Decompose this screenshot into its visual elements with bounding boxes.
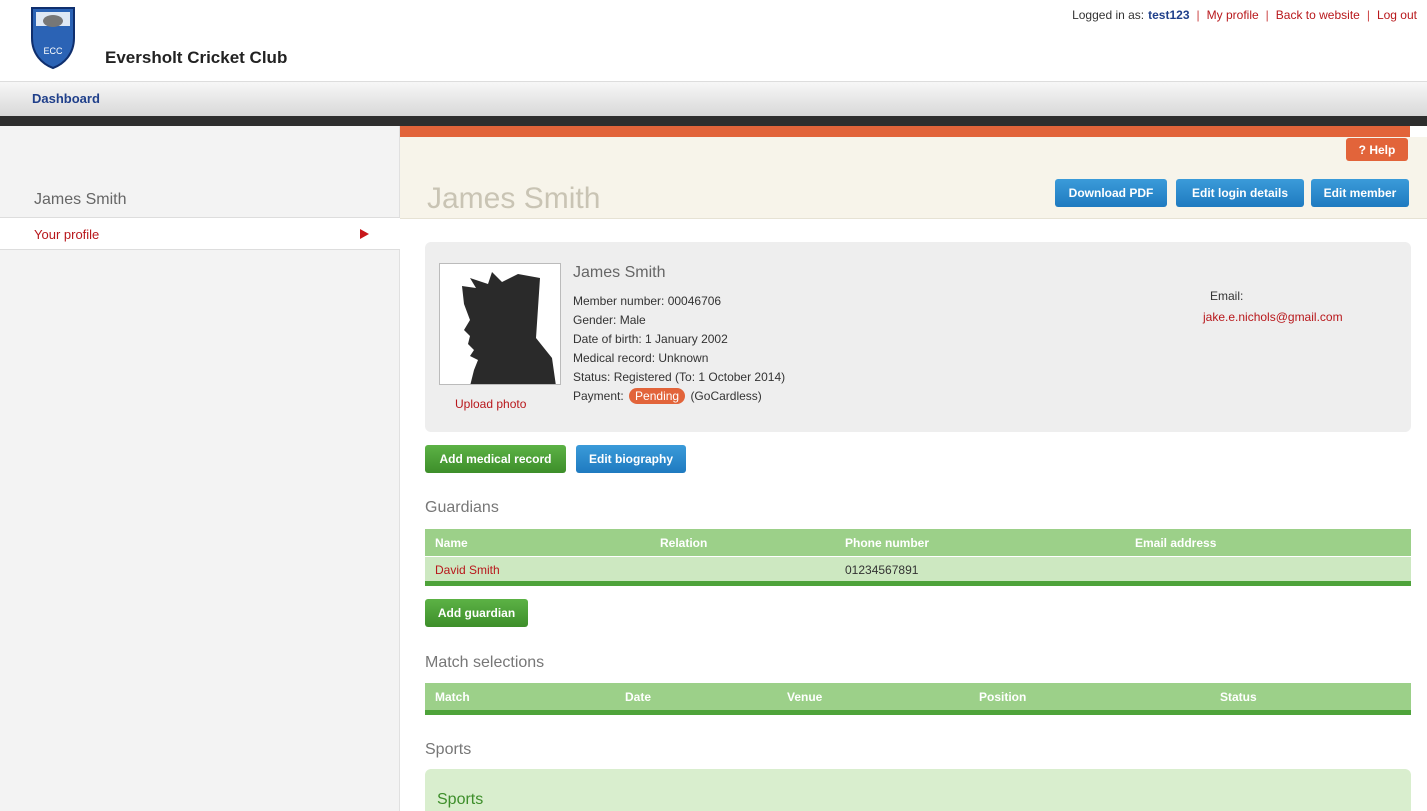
help-button[interactable]: ? Help (1346, 138, 1408, 161)
back-to-website-link[interactable]: Back to website (1276, 8, 1360, 22)
logged-in-label: Logged in as: (1072, 8, 1145, 22)
column-header: Date (625, 690, 652, 704)
date-of-birth: Date of birth: 1 January 2002 (573, 332, 728, 346)
column-header: Position (979, 690, 1027, 704)
guardian-name-link[interactable]: David Smith (435, 563, 500, 577)
payment-label: Payment: (573, 389, 624, 403)
medical-record: Medical record: Unknown (573, 351, 709, 365)
avatar-silhouette-icon (462, 272, 556, 384)
separator: | (1265, 8, 1269, 22)
guardian-phone: 01234567891 (845, 563, 919, 577)
sports-panel-title: Sports (437, 791, 484, 808)
add-medical-record-button[interactable]: Add medical record (425, 445, 566, 473)
gender: Gender: Male (573, 313, 646, 327)
edit-login-details-button[interactable]: Edit login details (1176, 179, 1304, 207)
member-number: Member number: 00046706 (573, 294, 722, 308)
main-nav: Dashboard (0, 82, 1427, 116)
log-out-link[interactable]: Log out (1377, 8, 1417, 22)
add-guardian-button[interactable]: Add guardian (425, 599, 528, 627)
sports-title: Sports (425, 741, 472, 758)
profile-card: Upload photo James Smith Member number: … (425, 242, 1411, 432)
email-label: Email: (1210, 289, 1244, 303)
username: test123 (1148, 8, 1190, 22)
sidebar-item-label: Your profile (34, 227, 100, 242)
club-name: Eversholt Cricket Club (105, 48, 288, 67)
matches-table-header: Match Date Venue Position Status (425, 683, 1411, 710)
page-header: ? Help James Smith Download PDF Edit log… (400, 137, 1427, 219)
sidebar: James Smith Your profile (0, 126, 400, 811)
profile-name: James Smith (573, 264, 666, 281)
payment-info: Payment: Pending (GoCardless) (573, 388, 762, 404)
separator: | (1366, 8, 1370, 22)
upload-photo-link[interactable]: Upload photo (455, 397, 526, 411)
match-selections-title: Match selections (425, 654, 545, 671)
column-header: Match (435, 690, 470, 704)
edit-member-button[interactable]: Edit member (1311, 179, 1409, 207)
column-header: Relation (660, 536, 708, 550)
sidebar-item-your-profile[interactable]: Your profile (0, 217, 400, 250)
email-link[interactable]: jake.e.nichols@gmail.com (1203, 310, 1343, 324)
table-row: David Smith 01234567891 (425, 557, 1411, 581)
column-header: Name (435, 536, 468, 550)
profile-photo (439, 263, 561, 385)
arrow-right-icon (360, 229, 369, 239)
svg-text:ECC: ECC (43, 46, 63, 56)
sidebar-member-name: James Smith (34, 191, 127, 208)
page-title: James Smith (427, 182, 601, 215)
column-header: Email address (1135, 536, 1217, 550)
edit-biography-button[interactable]: Edit biography (576, 445, 686, 473)
divider-bar (0, 116, 1427, 126)
table-footer-bar (425, 581, 1411, 586)
club-crest-icon[interactable]: ECC (28, 4, 78, 70)
column-header: Phone number (845, 536, 930, 550)
site-header: ECC Eversholt Cricket Club Logged in as:… (0, 0, 1427, 82)
user-bar: Logged in as: test123 | My profile | Bac… (1072, 8, 1417, 22)
my-profile-link[interactable]: My profile (1207, 8, 1259, 22)
table-footer-bar (425, 710, 1411, 715)
guardians-table-header: Name Relation Phone number Email address (425, 529, 1411, 556)
payment-method: (GoCardless) (690, 389, 762, 403)
separator: | (1196, 8, 1200, 22)
guardians-title: Guardians (425, 499, 499, 516)
status-badge: Pending (629, 388, 686, 404)
accent-bar (400, 126, 1410, 137)
nav-dashboard[interactable]: Dashboard (32, 91, 100, 106)
column-header: Venue (787, 690, 823, 704)
download-pdf-button[interactable]: Download PDF (1055, 179, 1167, 207)
membership-status: Status: Registered (To: 1 October 2014) (573, 370, 786, 384)
sports-panel: Sports (425, 769, 1411, 811)
column-header: Status (1220, 690, 1257, 704)
